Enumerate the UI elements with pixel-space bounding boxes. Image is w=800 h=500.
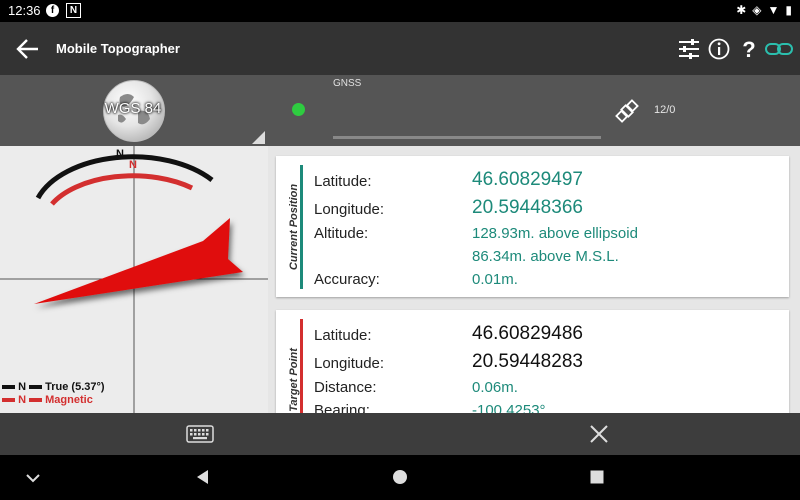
page-title: Mobile Topographer bbox=[56, 41, 180, 56]
legend-magnetic-label: Magnetic bbox=[45, 394, 93, 406]
vibrate-icon: ◈ bbox=[752, 3, 762, 17]
status-bar: 12:36 f N ✱ ◈ ▼ ▮ bbox=[0, 0, 800, 22]
dropdown-corner-indicator[interactable] bbox=[252, 131, 265, 144]
nav-back-icon[interactable] bbox=[195, 469, 211, 485]
gnss-status-dot bbox=[292, 103, 305, 116]
target-point-accent bbox=[300, 319, 303, 413]
settings-sliders-icon[interactable] bbox=[676, 36, 702, 62]
current-position-card: Current Position Latitude: 46.60829497 L… bbox=[276, 156, 789, 297]
current-position-accent bbox=[300, 165, 303, 289]
legend-magnetic-mark: N bbox=[18, 394, 27, 406]
facebook-icon: f bbox=[46, 4, 59, 17]
cp-altitude-ellipsoid: 128.93m. above ellipsoid bbox=[472, 225, 638, 242]
legend-magnetic: N Magnetic bbox=[2, 394, 93, 406]
tp-distance-label: Distance: bbox=[314, 379, 377, 396]
bottom-action-bar bbox=[0, 413, 800, 455]
cp-altitude-label: Altitude: bbox=[314, 225, 369, 242]
status-icons: ✱ ◈ ▼ ▮ bbox=[736, 3, 792, 17]
help-icon[interactable]: ? bbox=[736, 36, 762, 62]
tp-longitude-label: Longitude: bbox=[314, 355, 385, 372]
target-point-title: Target Point bbox=[288, 348, 300, 412]
datum-label[interactable]: WGS 84 bbox=[103, 100, 163, 117]
battery-icon: ▮ bbox=[785, 3, 792, 17]
svg-text:?: ? bbox=[742, 37, 755, 62]
magnetic-north-arc bbox=[50, 173, 194, 206]
cp-accuracy-value: 0.01m. bbox=[472, 271, 518, 288]
target-point-card: Target Point Latitude: 46.60829486 Longi… bbox=[276, 310, 789, 413]
tp-bearing-label: Bearing: bbox=[314, 402, 370, 413]
direction-arrow bbox=[34, 218, 243, 304]
tp-distance-value: 0.06m. bbox=[472, 379, 518, 396]
satellite-icon bbox=[615, 99, 639, 123]
tp-latitude-label: Latitude: bbox=[314, 327, 372, 344]
link-icon[interactable] bbox=[764, 36, 794, 62]
keyboard-icon[interactable] bbox=[186, 425, 214, 443]
cp-latitude-value: 46.60829497 bbox=[472, 169, 583, 190]
system-nav-bar bbox=[0, 455, 800, 500]
cp-longitude-value: 20.59448366 bbox=[472, 197, 583, 218]
cp-latitude-label: Latitude: bbox=[314, 173, 372, 190]
tp-bearing-value: -100.4253° bbox=[472, 402, 546, 413]
bluetooth-icon: ✱ bbox=[736, 3, 747, 17]
cp-longitude-label: Longitude: bbox=[314, 201, 385, 218]
notion-icon: N bbox=[66, 3, 81, 18]
back-arrow-icon[interactable] bbox=[14, 36, 42, 62]
satellite-count: 12/0 bbox=[654, 104, 676, 116]
compass-panel: N N N True (5.37°) N Magnetic bbox=[0, 146, 268, 413]
gnss-signal-bar bbox=[333, 136, 601, 139]
current-position-title: Current Position bbox=[288, 183, 300, 270]
position-panel: Current Position Latitude: 46.60829497 L… bbox=[268, 146, 800, 413]
legend-true-label: True (5.37°) bbox=[45, 381, 105, 393]
legend-true-mark: N bbox=[18, 381, 27, 393]
wifi-icon: ▼ bbox=[767, 3, 780, 17]
cp-accuracy-label: Accuracy: bbox=[314, 271, 380, 288]
legend-true: N True (5.37°) bbox=[2, 381, 105, 393]
cp-altitude-msl: 86.34m. above M.S.L. bbox=[472, 248, 619, 265]
chevron-down-icon[interactable] bbox=[24, 471, 42, 485]
tp-latitude-value: 46.60829486 bbox=[472, 323, 583, 344]
tp-longitude-value: 20.59448283 bbox=[472, 351, 583, 372]
nav-home-icon[interactable] bbox=[392, 469, 408, 485]
nav-recents-icon[interactable] bbox=[589, 469, 605, 485]
true-north-mark: N bbox=[116, 148, 124, 160]
status-time: 12:36 bbox=[8, 3, 41, 18]
gnss-label: GNSS bbox=[333, 78, 362, 89]
close-icon[interactable] bbox=[588, 423, 610, 445]
app-bar: Mobile Topographer ? bbox=[0, 22, 800, 75]
info-icon[interactable] bbox=[706, 36, 732, 62]
magnetic-north-mark: N bbox=[129, 159, 137, 171]
